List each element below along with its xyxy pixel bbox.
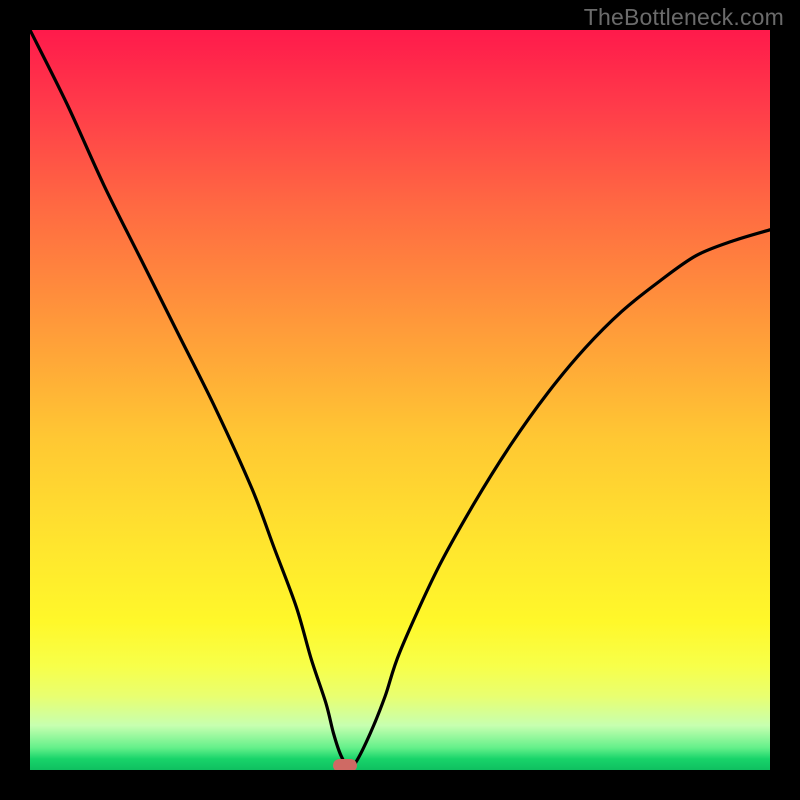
watermark-text: TheBottleneck.com	[584, 4, 784, 31]
chart-stage: TheBottleneck.com	[0, 0, 800, 800]
minimum-marker	[333, 759, 357, 770]
plot-area	[30, 30, 770, 770]
bottleneck-curve	[30, 30, 770, 770]
